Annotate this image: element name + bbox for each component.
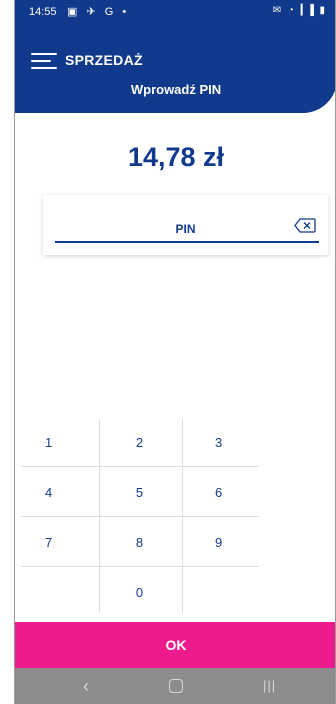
pin-label: PIN — [175, 222, 196, 236]
page-title: SPRZEDAŻ — [65, 52, 143, 68]
pin-field[interactable]: PIN — [43, 195, 328, 255]
key-7[interactable]: 7 — [15, 517, 94, 567]
device-frame: 14:55 ▣ ✈ G • ✉ ◔ ▎▌▮ SPRZEDAŻ Wprowadź … — [0, 0, 336, 704]
key-2[interactable]: 2 — [100, 417, 179, 467]
key-4[interactable]: 4 — [15, 467, 94, 517]
key-0[interactable]: 0 — [100, 567, 179, 617]
android-nav-bar: ‹ ||| — [15, 668, 335, 704]
pin-keypad: 1 2 3 4 5 6 7 8 9 0 — [15, 411, 335, 613]
recent-apps-icon[interactable]: ||| — [263, 678, 276, 693]
key-1[interactable]: 1 — [15, 417, 94, 467]
back-icon[interactable]: ‹ — [83, 676, 89, 697]
ok-button[interactable]: OK — [15, 622, 335, 668]
home-icon[interactable] — [169, 679, 183, 693]
pin-underline — [55, 241, 319, 243]
payment-amount: 14,78 zł — [127, 142, 225, 172]
app-screen: 14:55 ▣ ✈ G • ✉ ◔ ▎▌▮ SPRZEDAŻ Wprowadź … — [14, 0, 336, 704]
key-3[interactable]: 3 — [185, 417, 264, 467]
backspace-icon[interactable] — [294, 218, 316, 233]
status-time: 14:55 — [29, 6, 57, 18]
device-bezel — [0, 0, 14, 704]
key-8[interactable]: 8 — [100, 517, 179, 567]
key-5[interactable]: 5 — [100, 467, 179, 517]
page-subtitle: Wprowadź PIN — [130, 82, 222, 97]
hamburger-menu-icon[interactable] — [31, 53, 57, 71]
header: 14:55 ▣ ✈ G • ✉ ◔ ▎▌▮ SPRZEDAŻ Wprowadź … — [15, 0, 335, 113]
notification-icons: ▣ ✈ G • — [67, 6, 130, 18]
status-bar: 14:55 ▣ ✈ G • ✉ ◔ ▎▌▮ — [15, 0, 335, 24]
system-status-icons: ✉ ◔ ▎▌▮ — [272, 5, 327, 16]
key-9[interactable]: 9 — [185, 517, 264, 567]
key-6[interactable]: 6 — [185, 467, 264, 517]
